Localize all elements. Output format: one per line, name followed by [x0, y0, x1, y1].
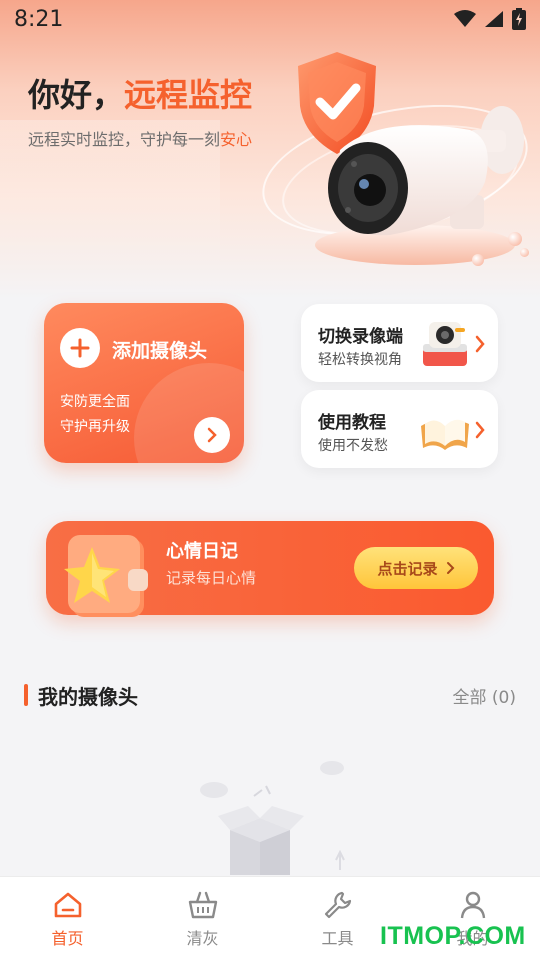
my-cameras-title: 我的摄像头 — [38, 685, 138, 709]
record-button[interactable]: 点击记录 — [354, 547, 478, 589]
battery-charging-icon — [512, 8, 526, 30]
add-camera-desc-1: 安防更全面 — [60, 394, 130, 410]
my-cameras-header: 我的摄像头 全部 (0) — [24, 680, 516, 710]
record-button-label: 点击记录 — [377, 559, 438, 578]
user-icon — [460, 891, 485, 918]
subtitle-prefix: 远程实时监控，守护每一刻 — [28, 130, 221, 149]
add-camera-card[interactable]: 添加摄像头 安防更全面 守护再升级 — [44, 303, 244, 463]
empty-box-illustration — [200, 761, 345, 875]
basket-icon — [188, 891, 217, 918]
tutorial-subtitle: 使用不发愁 — [318, 438, 388, 454]
tutorial-card[interactable]: 使用教程 使用不发愁 — [301, 390, 498, 468]
chevron-right-icon — [207, 427, 217, 443]
security-camera-illustration — [328, 106, 524, 236]
tab-clean[interactable]: 清灰 — [135, 877, 270, 960]
greeting-prefix: 你好， — [28, 76, 125, 114]
diary-title: 心情日记 — [166, 541, 238, 562]
add-camera-desc-2: 守护再升级 — [60, 419, 130, 435]
camera-device-icon — [423, 322, 467, 366]
add-camera-arrow-button[interactable] — [194, 417, 230, 453]
home-icon — [54, 892, 81, 917]
greeting-block: 你好，远程监控 远程实时监控，守护每一刻安心 — [28, 70, 252, 150]
open-book-icon — [421, 419, 469, 450]
diary-subtitle: 记录每日心情 — [166, 569, 257, 587]
status-time: 8:21 — [14, 6, 64, 32]
wrench-icon — [324, 891, 351, 918]
tutorial-title: 使用教程 — [318, 413, 386, 433]
add-camera-label: 添加摄像头 — [112, 340, 208, 362]
chevron-right-icon — [446, 562, 454, 574]
subtitle-accent: 安心 — [220, 130, 253, 149]
all-cameras-link[interactable]: 全部 (0) — [453, 683, 516, 708]
star-book-icon — [64, 535, 148, 617]
chevron-right-icon — [475, 421, 485, 439]
wifi-icon — [454, 10, 476, 27]
switch-recorder-title: 切换录像端 — [318, 327, 403, 347]
signal-icon — [485, 11, 503, 27]
plus-icon — [60, 328, 100, 368]
card-decoration — [134, 363, 244, 463]
decor-bubble — [472, 254, 484, 266]
tab-home-label: 首页 — [51, 928, 84, 948]
tab-home[interactable]: 首页 — [0, 877, 135, 960]
greeting-accent: 远程监控 — [124, 76, 253, 114]
page-subtitle: 远程实时监控，守护每一刻安心 — [28, 126, 252, 150]
status-bar: 8:21 — [0, 0, 540, 38]
chevron-right-icon — [475, 335, 485, 353]
tab-clean-label: 清灰 — [186, 928, 219, 948]
switch-recorder-card[interactable]: 切换录像端 轻松转换视角 — [301, 304, 498, 382]
switch-recorder-subtitle: 轻松转换视角 — [318, 352, 402, 368]
site-watermark: ITMOP.COM — [380, 922, 526, 950]
mood-diary-banner[interactable]: 心情日记 记录每日心情 点击记录 — [46, 521, 494, 617]
page-title: 你好，远程监控 — [28, 70, 252, 116]
section-accent-bar — [24, 684, 28, 706]
tab-tools-label: 工具 — [321, 928, 354, 948]
